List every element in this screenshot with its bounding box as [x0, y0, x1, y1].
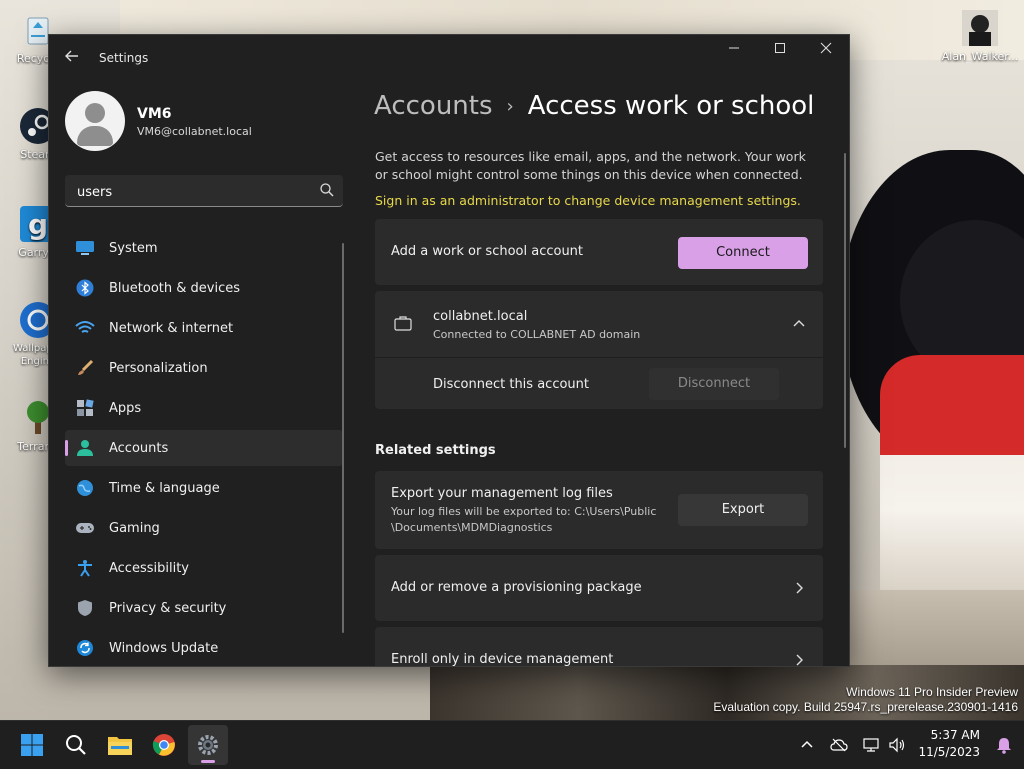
sidebar-item-privacy[interactable]: Privacy & security	[65, 590, 343, 626]
connected-account-card: collabnet.local Connected to COLLABNET A…	[375, 291, 823, 409]
page-title: Access work or school	[527, 91, 815, 121]
apps-icon	[75, 398, 95, 418]
account-domain: collabnet.local	[433, 309, 528, 324]
page-description: Get access to resources like email, apps…	[375, 149, 806, 182]
chevron-up-icon[interactable]	[800, 738, 814, 752]
brush-icon	[75, 358, 95, 378]
settings-window: Settings VM6 VM6@collabnet.local System	[48, 34, 850, 667]
profile-name: VM6	[137, 106, 172, 122]
sidebar-item-system[interactable]: System	[65, 230, 343, 266]
sidebar-nav: System Bluetooth & devices Network & int…	[65, 230, 343, 666]
sidebar-item-windows-update[interactable]: Windows Update	[65, 630, 343, 666]
sidebar-item-network[interactable]: Network & internet	[65, 310, 343, 346]
account-status: Connected to COLLABNET AD domain	[433, 328, 641, 341]
sidebar-scrollbar[interactable]	[342, 243, 344, 633]
export-logs-path-line1: Your log files will be exported to: C:\U…	[391, 505, 657, 518]
add-account-label: Add a work or school account	[391, 244, 584, 259]
title-bar[interactable]: Settings	[49, 35, 849, 81]
sidebar-item-apps[interactable]: Apps	[65, 390, 343, 426]
svg-text:g: g	[28, 208, 48, 241]
shield-icon	[75, 598, 95, 618]
network-ethernet-icon[interactable]	[862, 737, 880, 753]
cloud-offline-icon[interactable]	[830, 738, 848, 752]
sidebar-item-time-language[interactable]: Time & language	[65, 470, 343, 506]
system-tray	[800, 721, 906, 769]
settings-icon	[198, 735, 218, 755]
related-settings-heading: Related settings	[375, 443, 496, 458]
breadcrumb: Accounts › Access work or school	[374, 91, 814, 121]
sidebar-item-accounts[interactable]: Accounts	[65, 430, 343, 466]
watermark-line2: Evaluation copy. Build 25947.rs_prerelea…	[713, 700, 1018, 714]
export-button[interactable]: Export	[678, 494, 808, 526]
accessibility-icon	[75, 558, 95, 578]
chevron-right-icon: ›	[506, 95, 514, 117]
windows-watermark: Windows 11 Pro Insider Preview Evaluatio…	[713, 685, 1018, 715]
minimize-button[interactable]	[711, 35, 757, 67]
sidebar-item-gaming[interactable]: Gaming	[65, 510, 343, 546]
chevron-up-icon[interactable]	[792, 317, 806, 331]
clock[interactable]: 5:37 AM 11/5/2023	[918, 727, 980, 761]
volume-icon[interactable]	[888, 737, 906, 753]
export-logs-card: Export your management log files Your lo…	[375, 471, 823, 549]
wifi-icon	[75, 318, 95, 338]
chrome-button[interactable]	[144, 725, 184, 765]
settings-taskbar-button[interactable]	[188, 725, 228, 765]
export-logs-title: Export your management log files	[391, 486, 613, 501]
enroll-label: Enroll only in device management	[391, 652, 614, 667]
app-title: Settings	[99, 51, 149, 65]
desktop-icon-alan-walker[interactable]: Alan_Walker...	[940, 8, 1020, 63]
breadcrumb-accounts[interactable]: Accounts	[374, 91, 493, 121]
watermark-line1: Windows 11 Pro Insider Preview	[846, 685, 1018, 699]
accounts-icon	[75, 438, 95, 458]
back-button[interactable]	[61, 47, 83, 69]
connected-account-header[interactable]: collabnet.local Connected to COLLABNET A…	[375, 291, 823, 358]
taskbar: 5:37 AM 11/5/2023	[0, 720, 1024, 769]
enroll-device-management-card[interactable]: Enroll only in device management	[375, 627, 823, 667]
connect-button[interactable]: Connect	[678, 237, 808, 269]
chrome-icon	[152, 734, 175, 756]
maximize-icon	[775, 43, 785, 53]
gamepad-icon	[75, 518, 95, 538]
start-button[interactable]	[12, 725, 52, 765]
chevron-right-icon	[796, 582, 803, 594]
search-icon[interactable]	[319, 182, 335, 198]
search-box[interactable]	[65, 175, 343, 207]
profile-email: VM6@collabnet.local	[137, 125, 252, 138]
provisioning-package-card[interactable]: Add or remove a provisioning package	[375, 555, 823, 621]
update-icon	[75, 638, 95, 658]
notification-bell-icon[interactable]	[996, 737, 1012, 754]
bluetooth-icon	[75, 278, 95, 298]
clock-time: 5:37 AM	[930, 728, 980, 742]
taskbar-search-button[interactable]	[56, 725, 96, 765]
globe-icon	[75, 478, 95, 498]
sidebar-item-personalization[interactable]: Personalization	[65, 350, 343, 386]
maximize-button[interactable]	[757, 35, 803, 67]
minimize-icon	[729, 47, 739, 49]
chevron-right-icon	[796, 654, 803, 666]
close-button[interactable]	[803, 35, 849, 67]
clock-date: 11/5/2023	[918, 745, 980, 759]
system-icon	[75, 238, 95, 258]
disconnect-button[interactable]: Disconnect	[649, 368, 779, 400]
file-explorer-icon	[108, 737, 132, 755]
add-account-card: Add a work or school account Connect	[375, 219, 823, 285]
search-input[interactable]	[75, 181, 309, 203]
start-icon	[21, 734, 43, 756]
alan-walker-icon	[962, 10, 998, 46]
disconnect-label: Disconnect this account	[433, 377, 589, 392]
close-icon	[820, 42, 832, 54]
arrow-left-icon	[65, 50, 78, 62]
briefcase-icon	[394, 316, 412, 331]
sidebar-item-accessibility[interactable]: Accessibility	[65, 550, 343, 586]
sidebar-item-bluetooth[interactable]: Bluetooth & devices	[65, 270, 343, 306]
content-scrollbar[interactable]	[844, 153, 846, 448]
avatar[interactable]	[65, 91, 125, 151]
provisioning-label: Add or remove a provisioning package	[391, 580, 642, 595]
admin-sign-in-link[interactable]: Sign in as an administrator to change de…	[375, 193, 801, 208]
search-icon	[66, 735, 86, 755]
export-logs-path-line2: \Documents\MDMDiagnostics	[391, 521, 553, 534]
file-explorer-button[interactable]	[100, 725, 140, 765]
